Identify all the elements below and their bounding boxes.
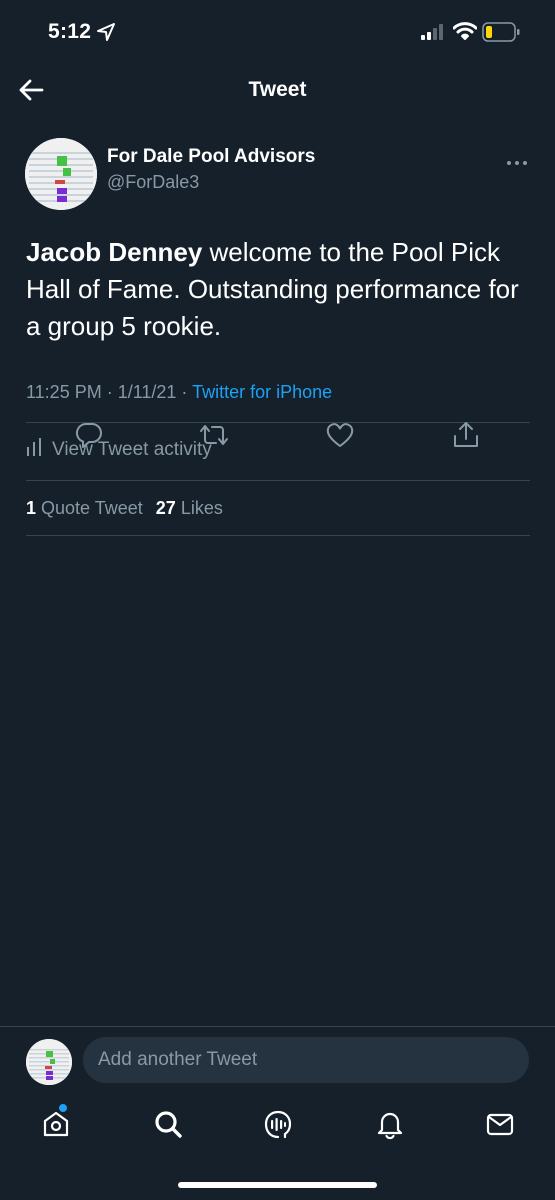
battery-icon (482, 22, 520, 47)
author-handle[interactable]: @ForDale3 (107, 172, 199, 193)
search-icon[interactable] (152, 1108, 184, 1140)
home-notification-dot (59, 1104, 67, 1112)
tweet-text: Jacob Denney welcome to the Pool Pick Ha… (26, 234, 531, 345)
messages-icon[interactable] (484, 1108, 516, 1140)
page-title: Tweet (248, 78, 307, 101)
like-icon[interactable] (325, 420, 355, 450)
spaces-icon[interactable] (262, 1108, 294, 1140)
nav-header: Tweet (0, 62, 555, 118)
location-arrow-icon (96, 22, 116, 47)
tweet-actions (0, 420, 555, 454)
tweet-meta: 11:25 PM · 1/11/21 · Twitter for iPhone (26, 382, 332, 403)
author-name[interactable]: For Dale Pool Advisors (107, 146, 315, 168)
notifications-icon[interactable] (374, 1108, 406, 1140)
cellular-signal-icon (421, 24, 445, 45)
likes-label: Likes (180, 498, 223, 518)
quote-count: 1 (26, 498, 37, 518)
divider (26, 480, 530, 481)
reply-compose-bar: Add another Tweet (0, 1026, 555, 1090)
divider (26, 535, 530, 536)
user-avatar[interactable] (26, 1039, 72, 1085)
wifi-icon (452, 22, 478, 45)
quote-label: Quote Tweet (41, 498, 143, 518)
likes-stat[interactable]: 27 Likes (156, 498, 223, 518)
status-bar: 5:12 (0, 0, 555, 62)
mentioned-name: Jacob Denney (26, 237, 203, 267)
tweet-timestamp: 11:25 PM · 1/11/21 · (26, 382, 193, 402)
bottom-tab-bar (0, 1090, 555, 1160)
status-time: 5:12 (48, 20, 92, 43)
reply-icon[interactable] (74, 420, 104, 450)
home-indicator[interactable] (178, 1182, 377, 1188)
retweet-icon[interactable] (199, 420, 229, 450)
tweet-stats: 1 Quote Tweet 27 Likes (26, 498, 231, 519)
more-options-icon[interactable] (505, 154, 529, 165)
home-icon[interactable] (40, 1108, 72, 1140)
author-avatar[interactable] (25, 138, 97, 210)
share-icon[interactable] (451, 420, 481, 450)
add-tweet-input[interactable]: Add another Tweet (83, 1037, 529, 1083)
quote-tweets-stat[interactable]: 1 Quote Tweet (26, 498, 143, 518)
like-count: 27 (155, 498, 176, 518)
tweet-source-link[interactable]: Twitter for iPhone (192, 382, 332, 402)
